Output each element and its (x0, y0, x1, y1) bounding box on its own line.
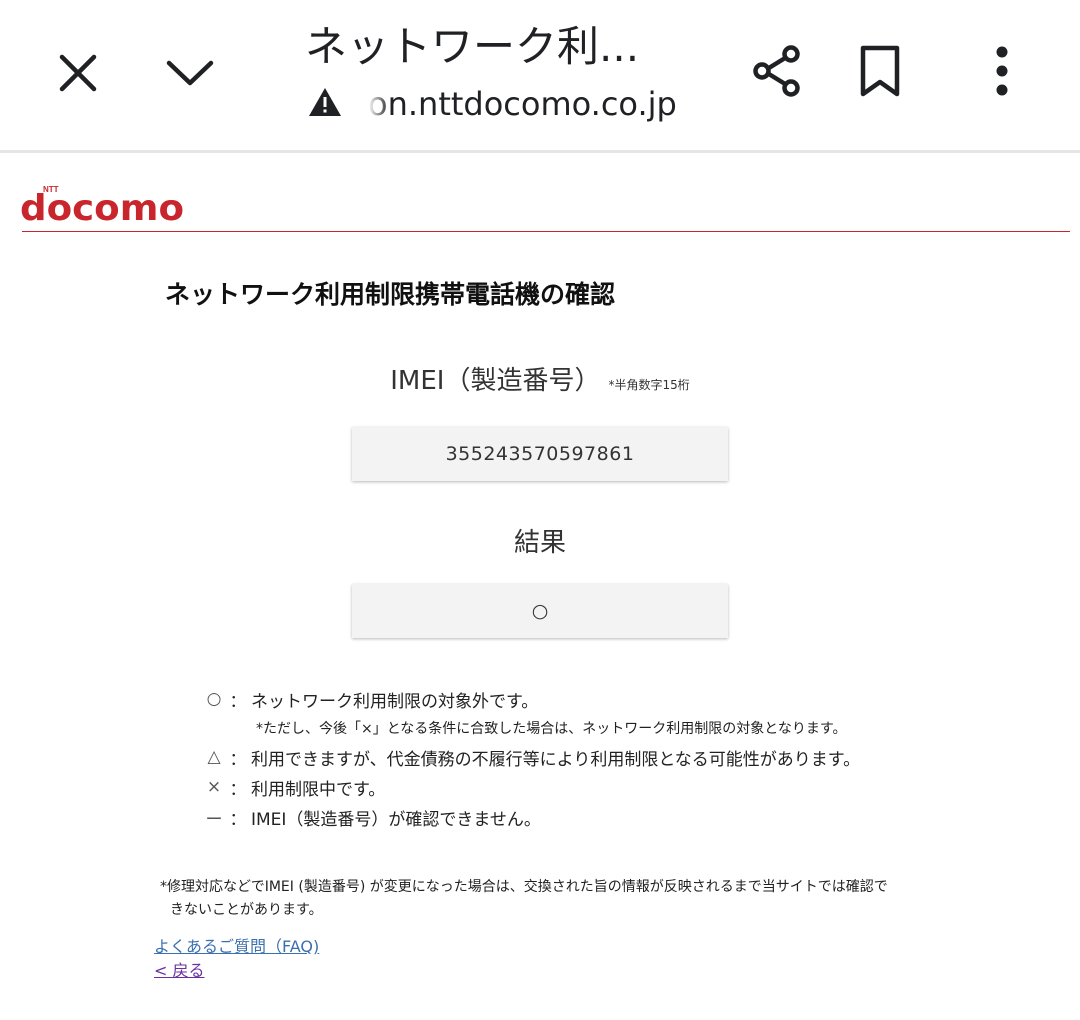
legend-item: ○ ： ネットワーク利用制限の対象外です。 (203, 684, 860, 714)
bookmark-icon[interactable] (852, 40, 908, 102)
url-text: on.nttdocomo.co.jp (368, 85, 677, 123)
more-vert-icon[interactable] (980, 40, 1024, 102)
warning-icon (308, 87, 342, 121)
faq-link[interactable]: よくあるご質問（FAQ) (154, 933, 319, 957)
footnote-line: きないことがあります。 (170, 902, 323, 918)
docomo-logo[interactable]: NTT docomo (20, 184, 190, 229)
legend-item: × ： 利用制限中です。 (203, 772, 860, 802)
legend-separator: ： (229, 749, 247, 770)
browser-toolbar: ネットワーク利... on.nttdocomo.co.jp (0, 0, 1080, 153)
footnote: *修理対応などでIMEI (製造番号) が変更になった場合は、交換された旨の情報… (160, 876, 888, 922)
tab-title: ネットワーク利... (305, 22, 640, 71)
result-label: 結果 (513, 528, 566, 558)
legend-symbol: × (206, 777, 222, 797)
legend-text: ネットワーク利用制限の対象外です。 (251, 691, 539, 712)
legend-separator: ： (229, 779, 247, 800)
result-field: ○ (352, 584, 728, 638)
imei-label-note: *半角数字15桁 (608, 378, 690, 392)
legend-item: △ ： 利用できますが、代金債務の不履行等により利用制限となる可能性があります。 (203, 742, 860, 772)
chevron-down-icon[interactable] (160, 45, 220, 101)
legend-text: 利用できますが、代金債務の不履行等により利用制限となる可能性があります。 (251, 749, 861, 770)
imei-label-text: IMEI（製造番号） (390, 366, 601, 396)
close-icon[interactable] (50, 45, 106, 101)
page-title: ネットワーク利用制限携帯電話機の確認 (165, 280, 616, 309)
legend-symbol: △ (207, 747, 221, 767)
legend-text: 利用制限中です。 (251, 779, 386, 800)
legend-text: IMEI（製造番号）が確認できません。 (251, 809, 541, 830)
back-link[interactable]: < 戻る (154, 957, 205, 981)
imei-field[interactable]: 355243570597861 (352, 427, 728, 481)
share-icon[interactable] (746, 40, 808, 102)
address-bar[interactable]: on.nttdocomo.co.jp (308, 82, 677, 126)
legend-separator: ： (229, 809, 247, 830)
legend-separator: ： (229, 691, 247, 712)
legend-note: *ただし、今後「×」となる条件に合致した場合は、ネットワーク利用制限の対象となり… (256, 721, 847, 737)
result-legend: ○ ： ネットワーク利用制限の対象外です。 *ただし、今後「×」となる条件に合致… (203, 684, 861, 832)
imei-label: IMEI（製造番号） *半角数字15桁 (0, 360, 1080, 397)
legend-symbol: ー (205, 809, 223, 830)
header-divider (22, 231, 1070, 232)
legend-item: ー ： IMEI（製造番号）が確認できません。 (203, 802, 860, 832)
logo-wordmark: docomo (20, 188, 184, 226)
legend-symbol: ○ (206, 689, 222, 709)
footnote-line: *修理対応などでIMEI (製造番号) が変更になった場合は、交換された旨の情報… (160, 879, 888, 895)
